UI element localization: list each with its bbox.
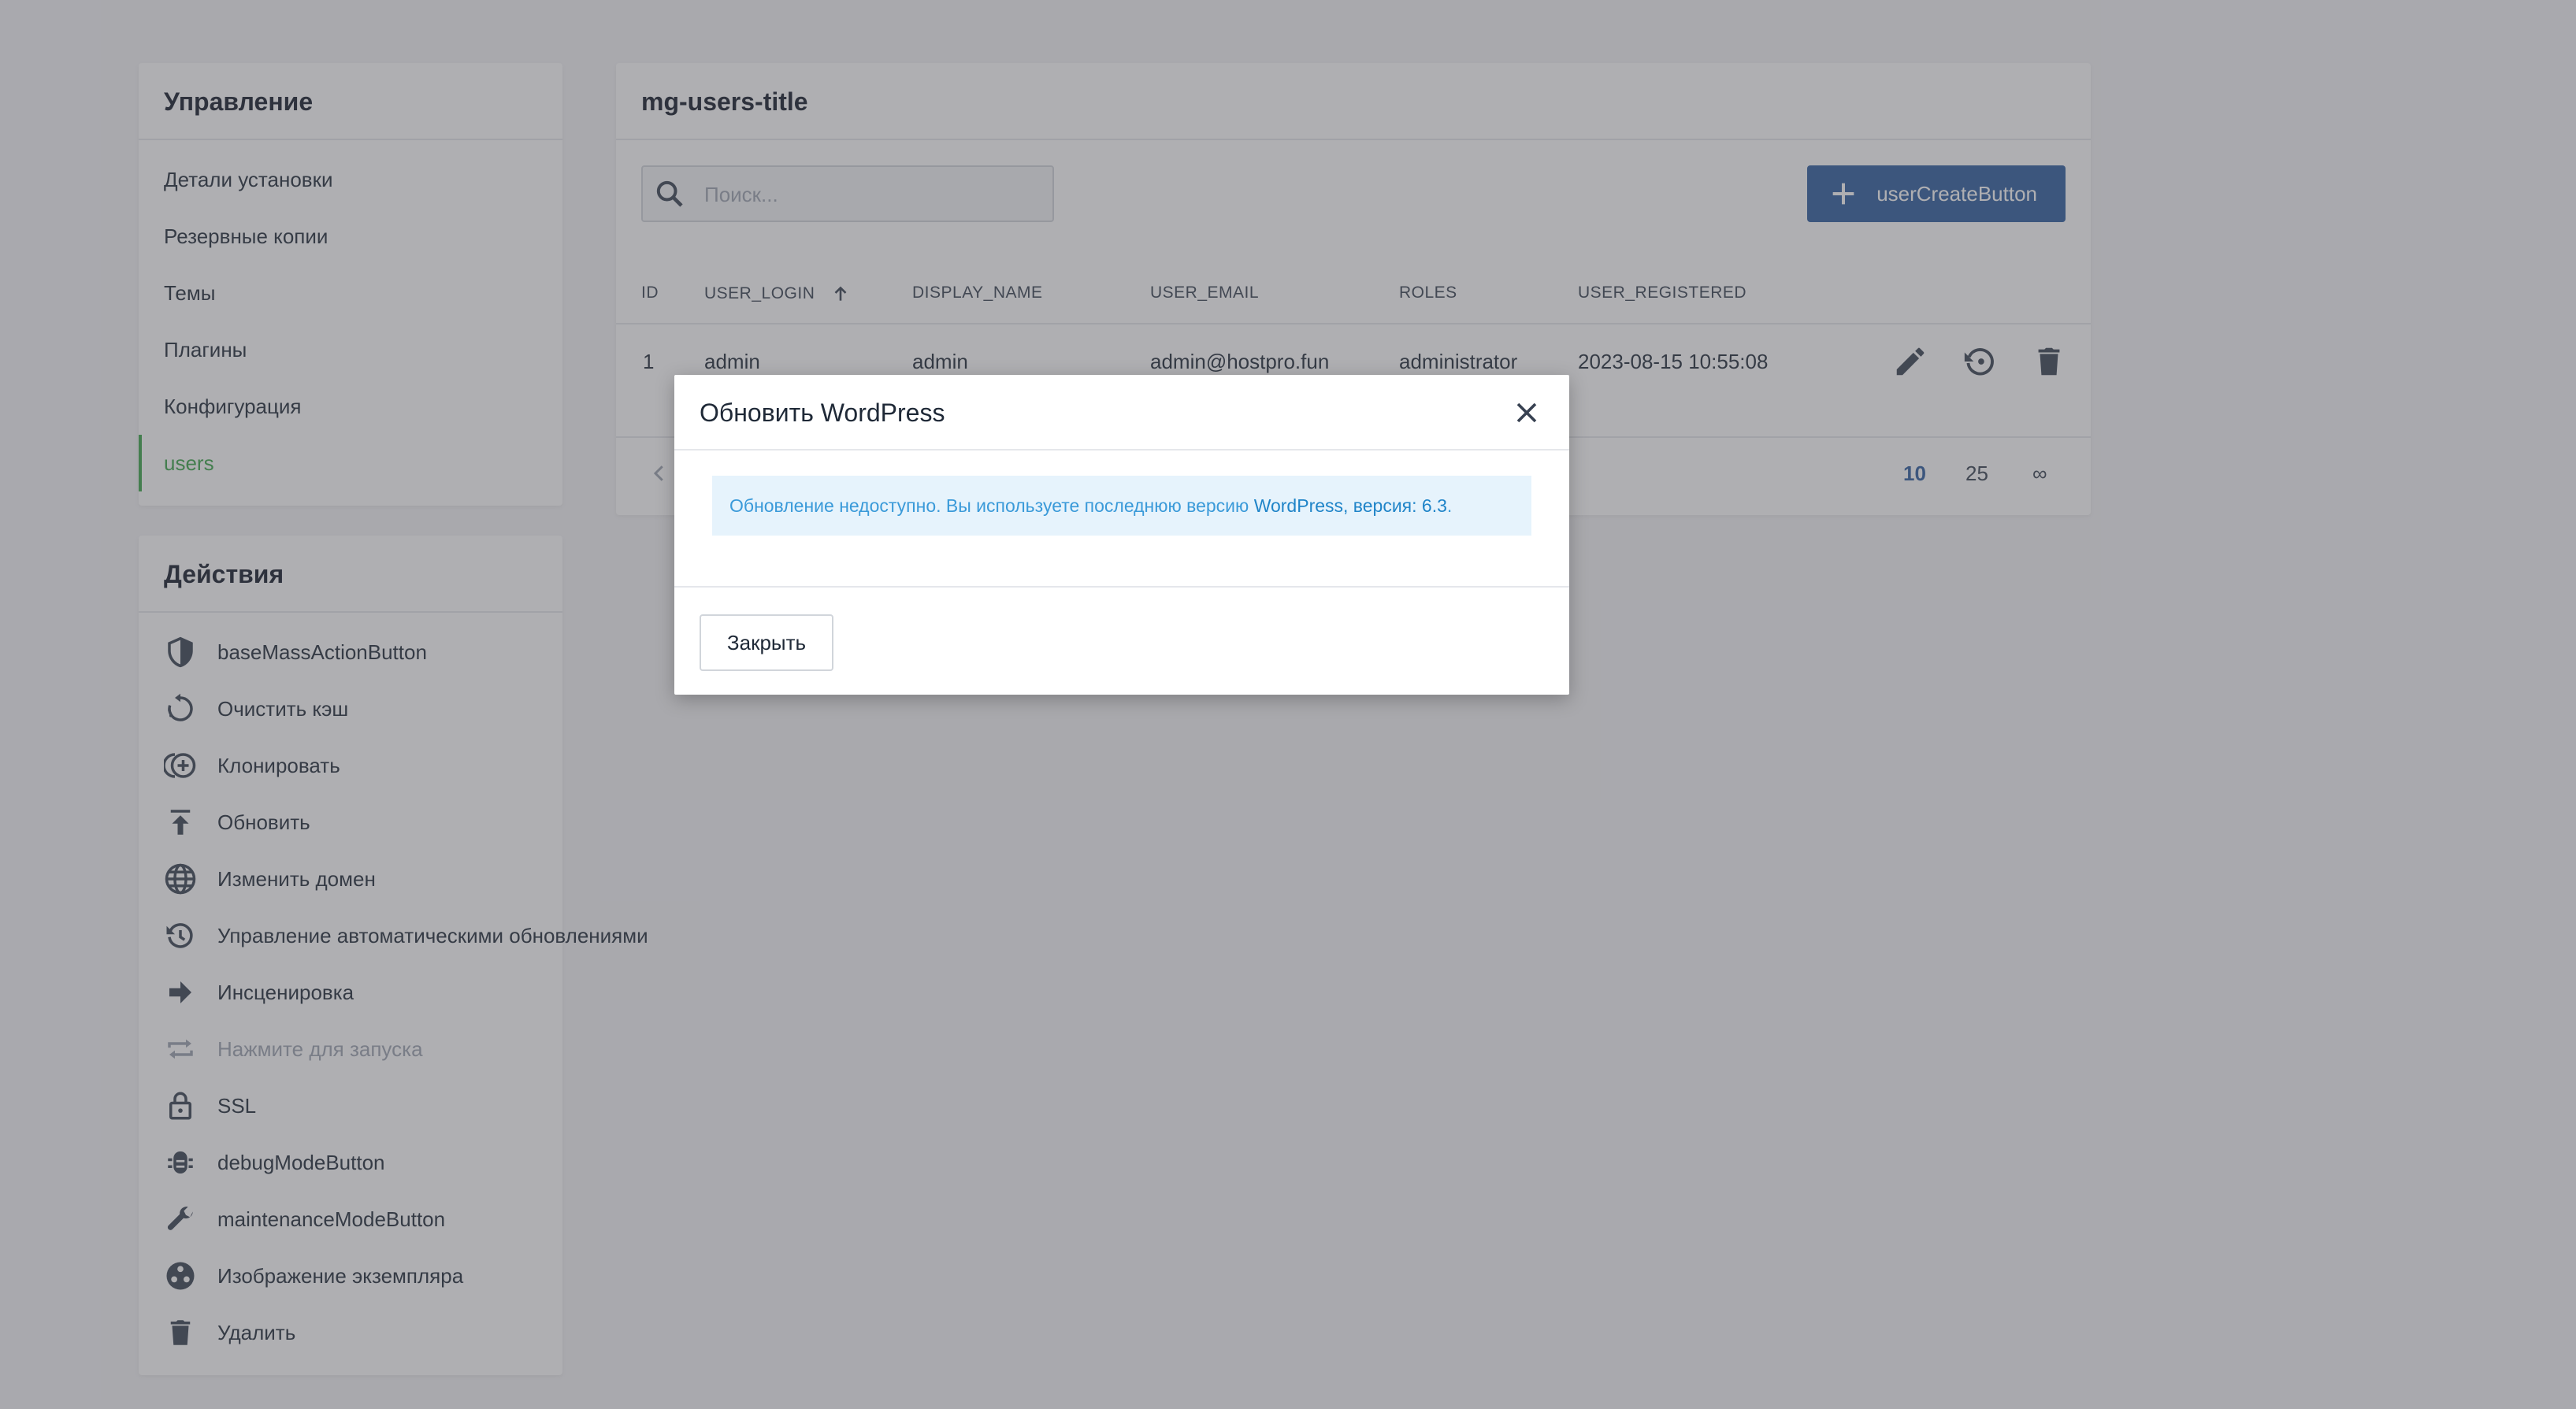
modal-divider	[674, 586, 1569, 588]
close-icon[interactable]	[1509, 395, 1544, 430]
close-button[interactable]: Закрыть	[700, 614, 833, 671]
modal-header: Обновить WordPress	[674, 375, 1569, 451]
update-wordpress-modal: Обновить WordPress Обновление недоступно…	[674, 375, 1569, 695]
alert-suffix: .	[1446, 495, 1453, 516]
info-alert: Обновление недоступно. Вы используете по…	[712, 476, 1531, 536]
alert-text: Обновление недоступно. Вы используете по…	[729, 495, 1254, 516]
alert-highlight: WordPress, версия: 6.3	[1253, 495, 1447, 516]
modal-backdrop[interactable]	[0, 0, 2576, 1409]
modal-title: Обновить WordPress	[700, 399, 945, 427]
